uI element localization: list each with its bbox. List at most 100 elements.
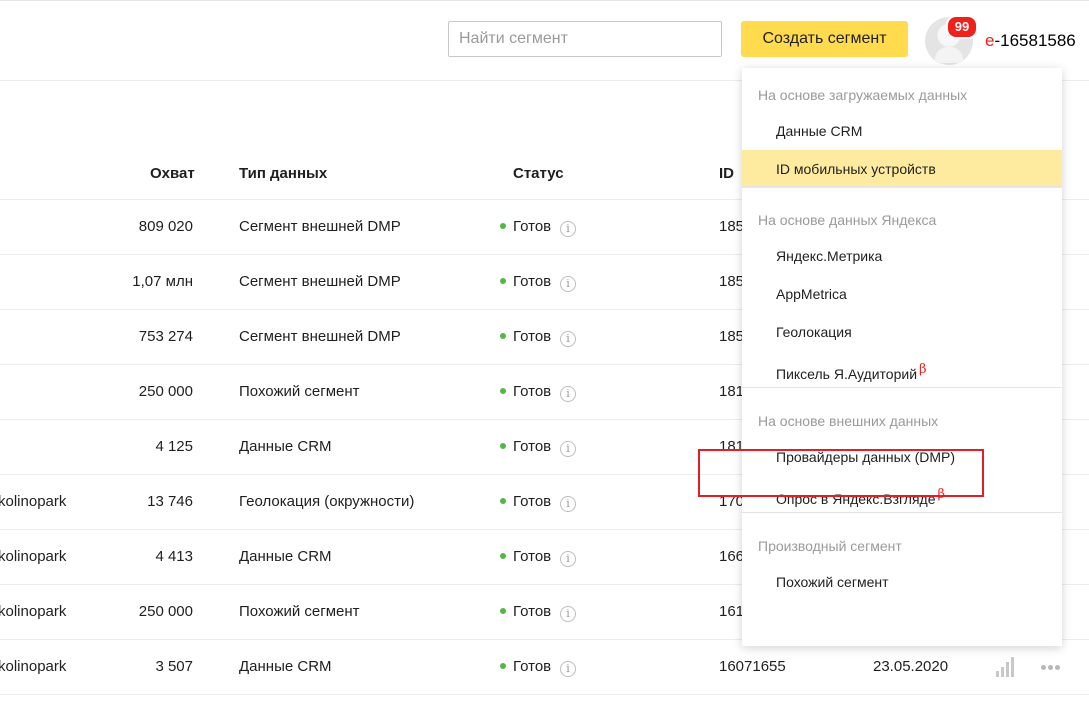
info-icon[interactable]: i xyxy=(560,276,576,292)
segment-date: 23.05.2020 xyxy=(873,658,949,675)
segment-data-type: Похожий сегмент xyxy=(239,603,360,620)
status-dot-icon xyxy=(500,498,506,504)
info-icon[interactable]: i xyxy=(560,606,576,622)
menu-item-label: Пиксель Я.Аудиторий xyxy=(776,366,918,382)
user-login[interactable]: е-16581586 xyxy=(985,31,1076,51)
segment-status: Готов xyxy=(500,438,551,455)
top-border xyxy=(0,0,1089,1)
segment-reach: 753 274 xyxy=(138,328,193,345)
segment-status: Готов xyxy=(500,658,551,675)
column-header-status[interactable]: Статус xyxy=(513,165,564,182)
info-icon[interactable]: i xyxy=(560,386,576,402)
status-dot-icon xyxy=(500,443,506,449)
menu-item[interactable]: Геолокация xyxy=(742,313,1062,351)
menu-item[interactable]: Пиксель Я.Аудиторий β xyxy=(742,351,1062,389)
highlight-frame xyxy=(698,449,984,497)
segment-reach: 3 507 xyxy=(155,658,193,675)
column-header-id[interactable]: ID xyxy=(719,165,734,182)
info-icon[interactable]: i xyxy=(560,496,576,512)
status-dot-icon xyxy=(500,388,506,394)
status-label: Готов xyxy=(513,218,552,235)
status-label: Готов xyxy=(513,383,552,400)
info-icon[interactable]: i xyxy=(560,221,576,237)
notification-badge[interactable]: 99 xyxy=(946,15,978,39)
login-rest: -16581586 xyxy=(994,31,1076,50)
column-header-reach[interactable]: Охват xyxy=(150,165,195,182)
status-label: Готов xyxy=(513,328,552,345)
segment-status: Готов xyxy=(500,383,551,400)
menu-item-label: Данные CRM xyxy=(776,123,863,139)
bar-chart-icon[interactable] xyxy=(996,657,1018,677)
segment-id: 161 xyxy=(719,603,745,620)
segment-status: Готов xyxy=(500,603,551,620)
status-label: Готов xyxy=(513,548,552,565)
segment-data-type: Геолокация (окружности) xyxy=(239,493,415,510)
segment-data-type: Сегмент внешней DMP xyxy=(239,328,401,345)
create-segment-menu: На основе загружаемых данных Данные CRM ID… xyxy=(742,68,1062,646)
info-icon[interactable]: i xyxy=(560,551,576,567)
segment-data-type: Сегмент внешней DMP xyxy=(239,273,401,290)
beta-badge: β xyxy=(919,362,927,377)
segment-status: Готов xyxy=(500,218,551,235)
info-icon[interactable]: i xyxy=(560,441,576,457)
info-icon[interactable]: i xyxy=(560,661,576,677)
menu-group-title: Производный сегмент xyxy=(758,538,902,554)
segment-data-type: Данные CRM xyxy=(239,438,332,455)
segment-reach: 4 125 xyxy=(155,438,193,455)
segment-reach: 250 000 xyxy=(138,603,193,620)
menu-item[interactable]: AppMetrica xyxy=(742,275,1062,313)
segment-data-type: Сегмент внешней DMP xyxy=(239,218,401,235)
segment-id: 166 xyxy=(719,548,745,565)
menu-item-label: AppMetrica xyxy=(776,286,847,302)
segment-data-type: Данные CRM xyxy=(239,548,332,565)
menu-divider xyxy=(742,387,1062,388)
segment-id: 185 xyxy=(719,273,745,290)
segment-id: 185 xyxy=(719,218,745,235)
segment-id: 16071655 xyxy=(719,658,786,675)
status-dot-icon xyxy=(500,278,506,284)
create-segment-button[interactable]: Создать сегмент xyxy=(741,21,908,57)
search-input[interactable] xyxy=(448,21,722,57)
status-label: Готов xyxy=(513,273,552,290)
menu-item-label: ID мобильных устройств xyxy=(776,161,936,177)
column-header-type[interactable]: Тип данных xyxy=(239,165,327,182)
menu-item-label: Геолокация xyxy=(776,324,852,340)
segment-reach: 1,07 млн xyxy=(132,273,193,290)
more-options-icon[interactable] xyxy=(1041,665,1061,671)
segment-name[interactable]: kolinopark xyxy=(0,548,66,565)
status-dot-icon xyxy=(500,608,506,614)
info-icon[interactable]: i xyxy=(560,331,576,347)
segment-status: Готов xyxy=(500,493,551,510)
segment-name[interactable]: kolinopark xyxy=(0,493,66,510)
status-dot-icon xyxy=(500,223,506,229)
menu-divider xyxy=(742,186,1062,187)
menu-item-label: Яндекс.Метрика xyxy=(776,248,883,264)
table-row[interactable]: kolinopark 3 507 Данные CRM Готов i 16071655 2… xyxy=(0,640,1089,695)
segment-reach: 250 000 xyxy=(138,383,193,400)
status-label: Готов xyxy=(513,493,552,510)
status-label: Готов xyxy=(513,603,552,620)
status-dot-icon xyxy=(500,553,506,559)
menu-item[interactable]: Похожий сегмент xyxy=(742,563,1062,601)
segment-status: Готов xyxy=(500,548,551,565)
menu-item-label: Похожий сегмент xyxy=(776,574,889,590)
menu-group-title: На основе данных Яндекса xyxy=(758,212,937,228)
menu-group-title: На основе внешних данных xyxy=(758,413,939,429)
segment-name[interactable]: kolinopark xyxy=(0,603,66,620)
status-label: Готов xyxy=(513,658,552,675)
status-dot-icon xyxy=(500,333,506,339)
menu-item[interactable]: ID мобильных устройств xyxy=(742,150,1062,188)
menu-item[interactable]: Данные CRM xyxy=(742,112,1062,150)
segment-data-type: Похожий сегмент xyxy=(239,383,360,400)
status-label: Готов xyxy=(513,438,552,455)
menu-item[interactable]: Яндекс.Метрика xyxy=(742,237,1062,275)
segment-status: Готов xyxy=(500,273,551,290)
segment-reach: 809 020 xyxy=(138,218,193,235)
segment-status: Готов xyxy=(500,328,551,345)
avatar-silhouette-icon xyxy=(935,47,963,63)
segment-id: 181 xyxy=(719,383,745,400)
menu-group-title: На основе загружаемых данных xyxy=(758,87,968,103)
segment-name[interactable]: kolinopark xyxy=(0,658,66,675)
segment-reach: 13 746 xyxy=(147,493,193,510)
segment-reach: 4 413 xyxy=(155,548,193,565)
